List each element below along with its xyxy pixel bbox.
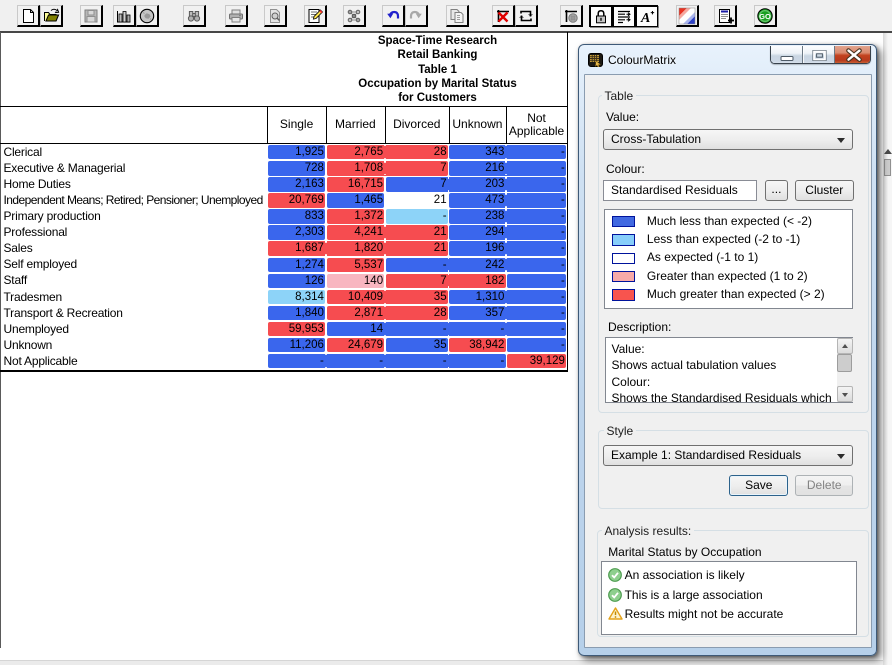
svg-text:A: A (640, 11, 650, 26)
svg-text:GO: GO (759, 12, 771, 21)
